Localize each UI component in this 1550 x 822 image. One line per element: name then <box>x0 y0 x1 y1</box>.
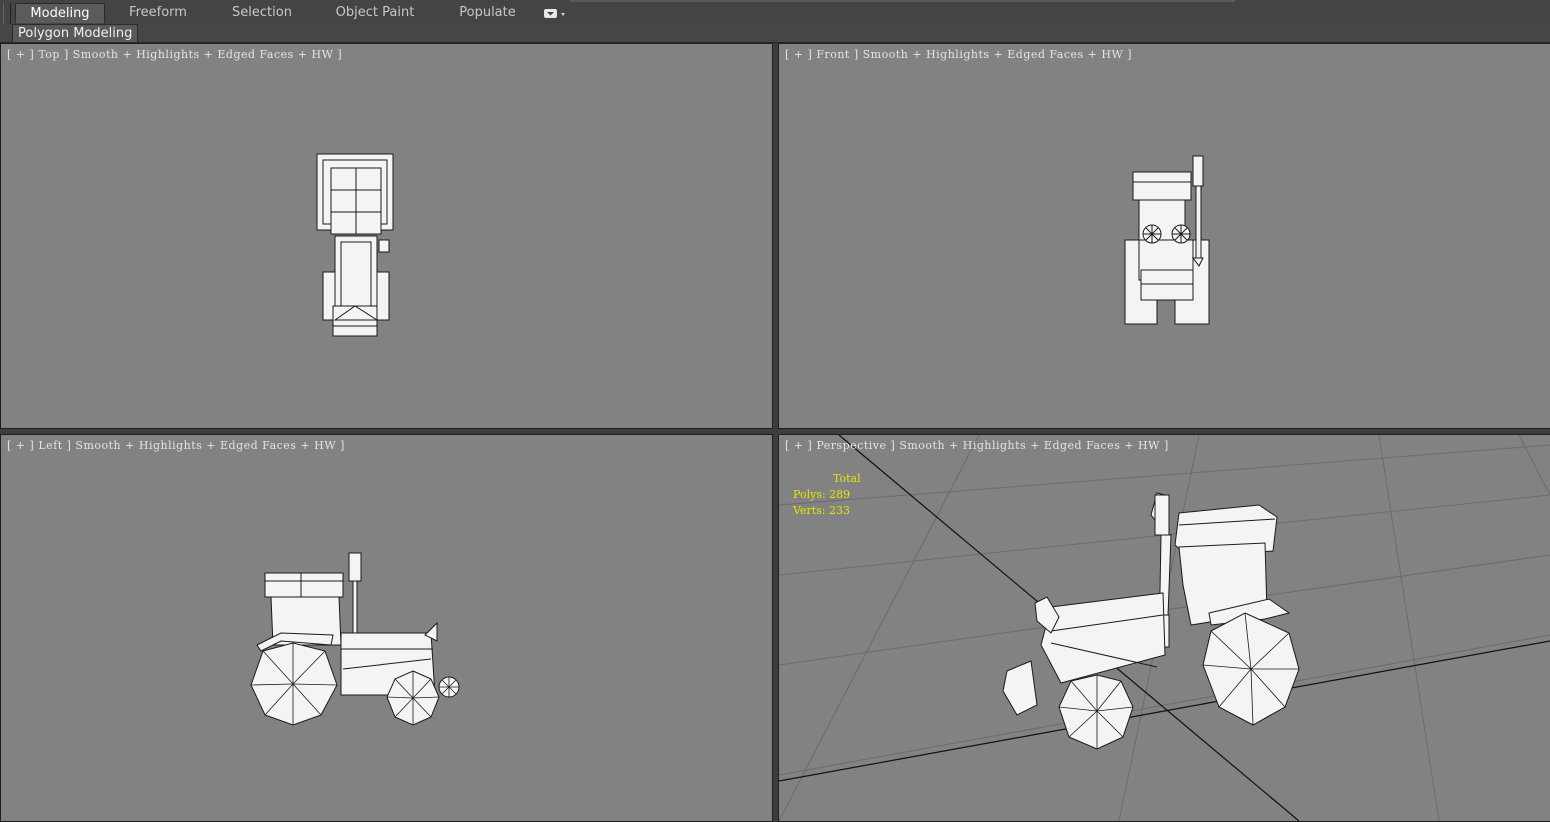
ribbon-tab-bar: Modeling Freeform Selection Object Paint… <box>0 0 1550 39</box>
scene-statistics: Total Polys: 289 Verts: 233 <box>793 471 861 519</box>
tab-modeling[interactable]: Modeling <box>15 3 105 23</box>
stats-total-label: Total <box>833 472 861 485</box>
ribbon-top-line <box>570 0 1235 2</box>
tab-populate[interactable]: Populate <box>450 3 525 22</box>
stats-polys: Polys: 289 <box>793 488 851 501</box>
ribbon-panel-row: Polygon Modeling <box>0 24 1550 43</box>
polygon-modeling-panel[interactable]: Polygon Modeling <box>12 24 139 43</box>
viewport-perspective[interactable]: [+] Perspective] Smooth + Highlights + Edg… <box>778 434 1550 822</box>
tab-selection[interactable]: Selection <box>220 3 304 22</box>
viewport-perspective-label[interactable]: [+] Perspective] Smooth + Highlights + Edg… <box>785 439 1173 452</box>
ribbon-options-dropdown-icon[interactable] <box>543 6 567 20</box>
stats-verts: Verts: 233 <box>793 504 850 517</box>
stats-verts-value: 233 <box>828 504 850 517</box>
tractor-top-view <box>316 153 394 337</box>
tractor-left-view <box>250 552 460 726</box>
tab-object-paint[interactable]: Object Paint <box>330 3 420 22</box>
tab-freeform[interactable]: Freeform <box>115 3 201 22</box>
viewport-left[interactable]: [+] Left] Smooth + Highlights + Edged Face… <box>0 434 773 822</box>
tractor-front-view <box>1124 155 1210 325</box>
tractor-perspective-view <box>779 435 1550 821</box>
viewport-divider-horizontal[interactable] <box>0 429 1550 434</box>
stats-polys-value: 289 <box>829 488 851 501</box>
viewport-top[interactable]: [+] Top] Smooth + Highlights + Edged Faces… <box>0 43 773 429</box>
viewport-front[interactable]: [+] Front] Smooth + Highlights + Edged Fac… <box>778 43 1550 429</box>
